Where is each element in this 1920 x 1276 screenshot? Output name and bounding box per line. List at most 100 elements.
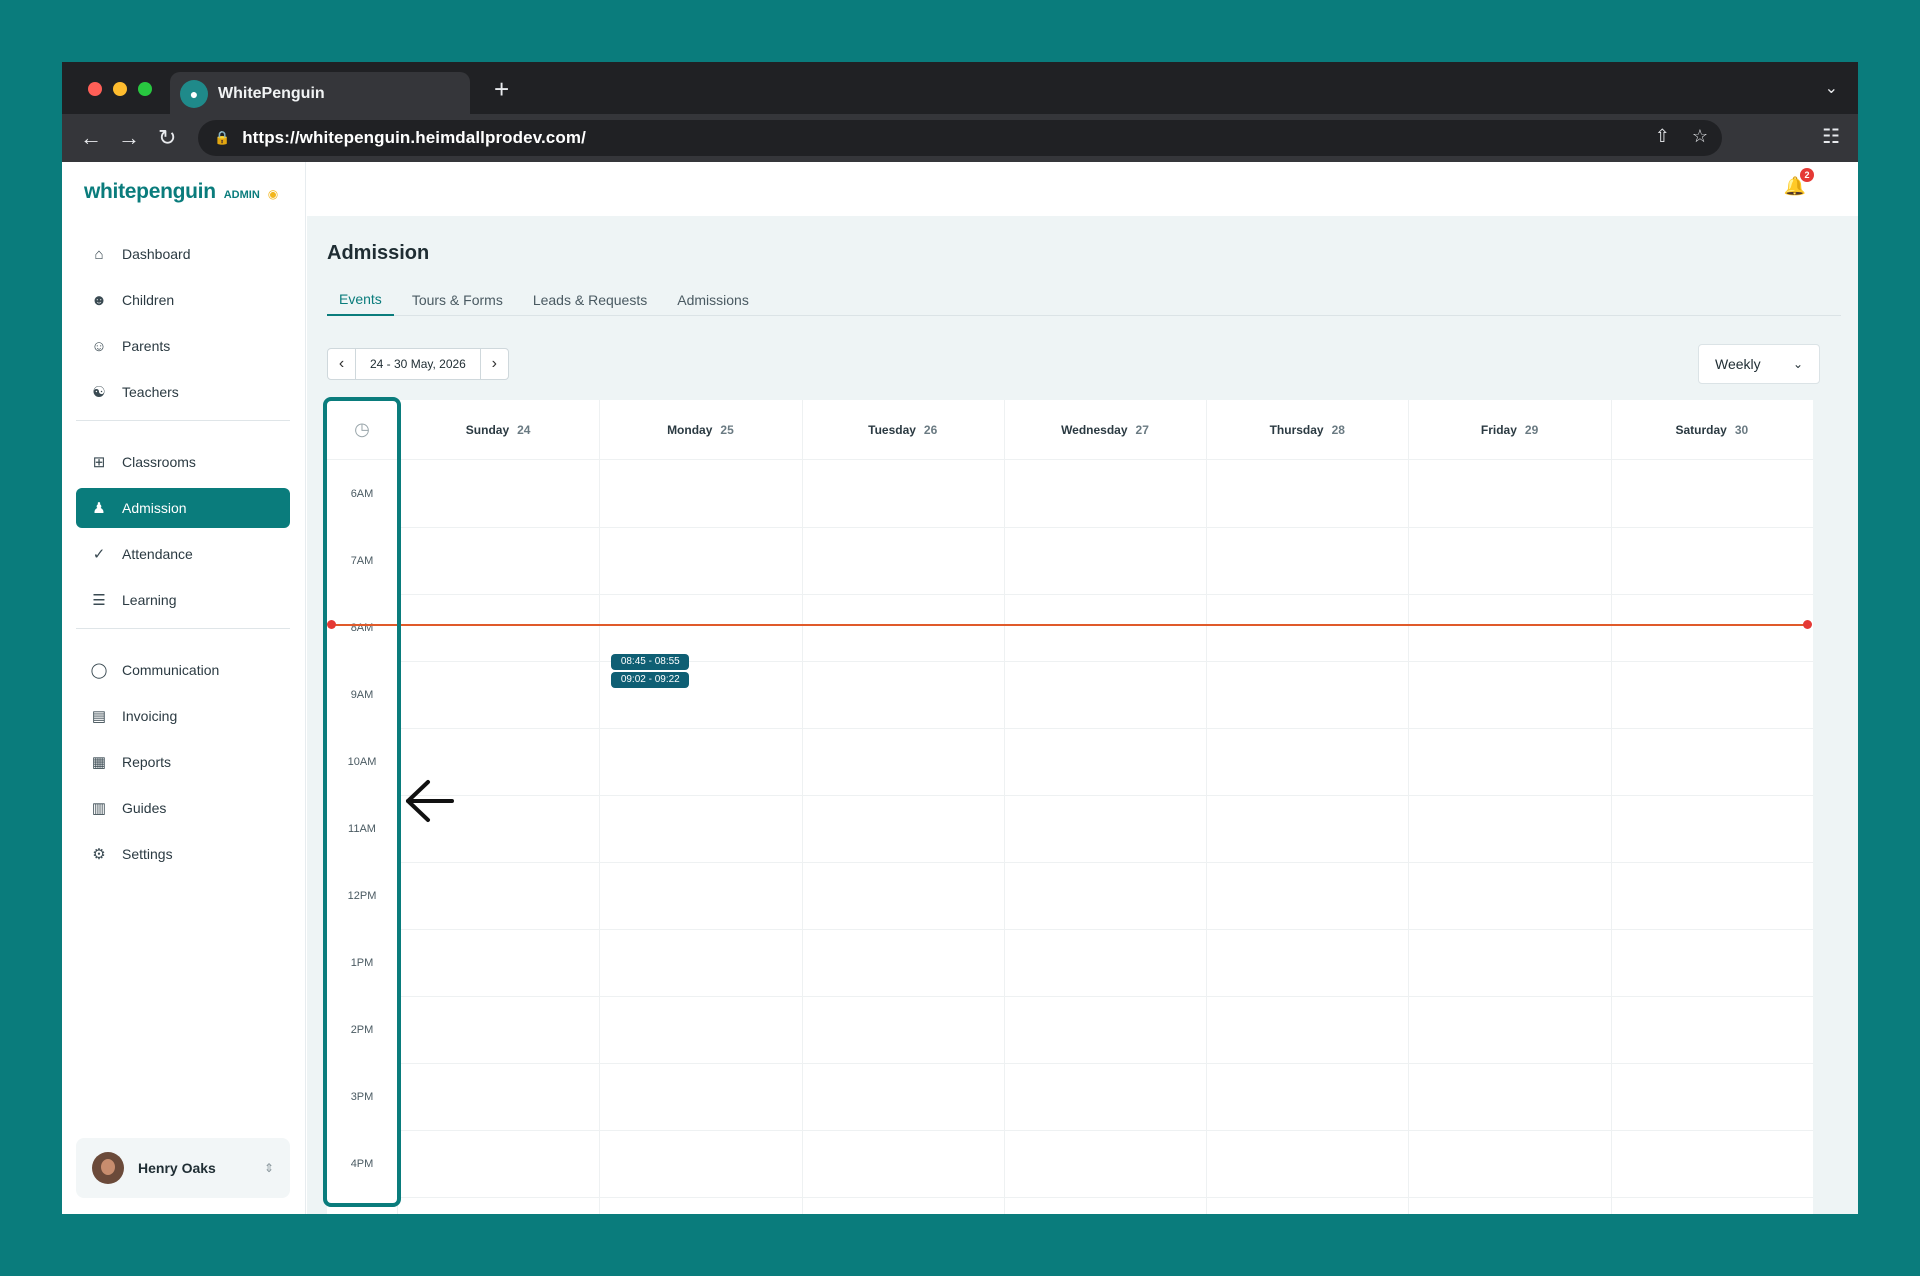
day-name: Wednesday bbox=[1061, 422, 1128, 437]
hour-row-divider bbox=[397, 527, 1813, 528]
url-text: https://whitepenguin.heimdallprodev.com/ bbox=[242, 128, 586, 147]
day-column-divider bbox=[1003, 400, 1005, 1214]
day-name: Thursday bbox=[1269, 422, 1324, 437]
user-profile-menu[interactable]: Henry Oaks ⇕ bbox=[76, 1138, 290, 1198]
chevron-down-icon: ⌄ bbox=[1792, 357, 1803, 371]
sidebar-item-communication[interactable]: ◯ Communication bbox=[76, 650, 290, 690]
main-content: Admission Events Tours & Forms Leads & R… bbox=[307, 216, 1858, 1214]
tab-events[interactable]: Events bbox=[327, 284, 394, 316]
book-icon: ☰ bbox=[92, 592, 106, 609]
sidebar-item-label: Teachers bbox=[122, 384, 179, 400]
sidebar-item-guides[interactable]: ▥ Guides bbox=[76, 788, 290, 828]
new-tab-button[interactable]: + bbox=[494, 76, 509, 102]
minimize-window-button[interactable] bbox=[113, 82, 127, 96]
reload-icon[interactable]: ↻ bbox=[158, 124, 176, 152]
share-icon[interactable]: ⇧ bbox=[1655, 126, 1670, 147]
hour-row-divider bbox=[397, 594, 1813, 595]
day-header-sunday: Sunday 24 bbox=[397, 400, 600, 460]
current-time-dot bbox=[1803, 620, 1812, 629]
hour-row-divider bbox=[397, 661, 1813, 662]
day-number: 28 bbox=[1331, 422, 1345, 437]
previous-week-button[interactable]: ‹ bbox=[328, 349, 356, 379]
grid-icon: ⊞ bbox=[92, 454, 106, 471]
day-name: Friday bbox=[1480, 422, 1517, 437]
notification-badge: 2 bbox=[1800, 168, 1814, 182]
browser-tab-title: WhitePenguin bbox=[218, 85, 325, 102]
child-icon: ☻ bbox=[91, 291, 107, 309]
day-header-thursday: Thursday 28 bbox=[1206, 400, 1409, 460]
chart-icon: ▦ bbox=[91, 754, 107, 771]
bookmark-star-icon[interactable]: ☆ bbox=[1692, 126, 1708, 147]
sidebar-item-label: Learning bbox=[122, 592, 177, 608]
day-column-divider bbox=[801, 400, 803, 1214]
sidebar-item-children[interactable]: ☻ Children bbox=[76, 280, 290, 320]
calendar-event[interactable]: 08:45 - 08:55 bbox=[611, 654, 690, 670]
tab-admissions[interactable]: Admissions bbox=[665, 284, 761, 316]
next-week-button[interactable]: › bbox=[479, 349, 508, 379]
sidebar-item-reports[interactable]: ▦ Reports bbox=[76, 742, 290, 782]
window-controls bbox=[88, 82, 152, 96]
sidebar-item-dashboard[interactable]: ⌂ Dashboard bbox=[76, 234, 290, 274]
maximize-window-button[interactable] bbox=[138, 82, 152, 96]
day-header-tuesday: Tuesday 26 bbox=[801, 400, 1004, 460]
penguin-favicon-icon: ● bbox=[180, 80, 208, 108]
sidebar-item-classrooms[interactable]: ⊞ Classrooms bbox=[76, 442, 290, 482]
day-name: Tuesday bbox=[868, 422, 916, 437]
day-name: Monday bbox=[667, 422, 713, 437]
browser-tab[interactable]: ● WhitePenguin bbox=[170, 72, 470, 116]
current-time-line bbox=[331, 624, 1811, 626]
sidebar-item-parents[interactable]: ☺ Parents bbox=[76, 326, 290, 366]
address-bar[interactable]: 🔒 https://whitepenguin.heimdallprodev.co… bbox=[198, 120, 1722, 156]
hour-row-divider bbox=[397, 795, 1813, 796]
hour-row-divider bbox=[397, 996, 1813, 997]
hour-row-divider bbox=[397, 929, 1813, 930]
sidebar-item-learning[interactable]: ☰ Learning bbox=[76, 580, 290, 620]
day-name: Saturday bbox=[1675, 422, 1727, 437]
calendar-event[interactable]: 09:02 - 09:22 bbox=[611, 672, 690, 688]
brand[interactable]: whitepenguin ADMIN ◉ bbox=[84, 180, 278, 204]
sidebar-item-admission[interactable]: ♟ Admission bbox=[76, 488, 290, 528]
day-number: 29 bbox=[1524, 422, 1539, 437]
hour-row-divider bbox=[397, 862, 1813, 863]
tab-tours-forms[interactable]: Tours & Forms bbox=[400, 284, 515, 316]
hour-row-divider bbox=[397, 728, 1813, 729]
day-column-divider bbox=[1206, 400, 1208, 1214]
forward-arrow-icon[interactable]: → bbox=[118, 124, 140, 152]
hour-row-divider bbox=[397, 1130, 1813, 1131]
day-header-monday: Monday 25 bbox=[599, 400, 802, 460]
day-column-divider bbox=[599, 400, 601, 1214]
close-window-button[interactable] bbox=[88, 82, 102, 96]
page-title: Admission bbox=[327, 242, 430, 264]
admin-label: ADMIN bbox=[223, 189, 260, 201]
sidebar-item-label: Parents bbox=[122, 338, 171, 354]
view-select[interactable]: Weekly ⌄ bbox=[1698, 344, 1820, 384]
day-number: 27 bbox=[1135, 422, 1149, 437]
sidebar-item-invoicing[interactable]: ▤ Invoicing bbox=[76, 696, 290, 736]
arrow-left-pointer-icon bbox=[406, 780, 454, 822]
sidebar-item-label: Guides bbox=[122, 800, 167, 816]
back-arrow-icon[interactable]: ← bbox=[80, 124, 102, 152]
extensions-puzzle-icon[interactable]: ☷ bbox=[1822, 124, 1840, 149]
sidebar-item-teachers[interactable]: ☯ Teachers bbox=[76, 372, 290, 412]
day-header-wednesday: Wednesday 27 bbox=[1003, 400, 1207, 460]
week-calendar: ◷ Sunday 24 Monday 25 Tuesday 26 Wednesday 27 Th… bbox=[327, 400, 1813, 1214]
sidebar-item-label: Communication bbox=[122, 662, 220, 678]
day-number: 30 bbox=[1734, 422, 1749, 437]
sidebar-item-settings[interactable]: ⚙ Settings bbox=[76, 834, 290, 874]
sidebar-item-attendance[interactable]: ✓ Attendance bbox=[76, 534, 290, 574]
tab-search-chevron-icon[interactable]: ⌄ bbox=[1825, 78, 1838, 98]
parents-icon: ☺ bbox=[91, 337, 107, 355]
hour-row-divider bbox=[397, 1063, 1813, 1064]
date-navigator: ‹ 24 - 30 May, 2026 › bbox=[327, 348, 509, 380]
guide-icon: ▥ bbox=[91, 800, 107, 817]
avatar bbox=[92, 1152, 124, 1184]
sidebar: whitepenguin ADMIN ◉ ⌂ Dashboard ☻ Child… bbox=[62, 162, 306, 1214]
day-number: 26 bbox=[923, 422, 938, 437]
app-logo: whitepenguin bbox=[84, 180, 216, 203]
chevron-up-down-icon: ⇕ bbox=[263, 1161, 274, 1175]
day-column-divider bbox=[1408, 400, 1410, 1214]
tab-leads-requests[interactable]: Leads & Requests bbox=[521, 284, 659, 316]
admission-tabs: Events Tours & Forms Leads & Requests Ad… bbox=[327, 284, 1841, 316]
sidebar-item-label: Attendance bbox=[122, 546, 193, 562]
user-plus-icon: ♟ bbox=[92, 500, 106, 517]
